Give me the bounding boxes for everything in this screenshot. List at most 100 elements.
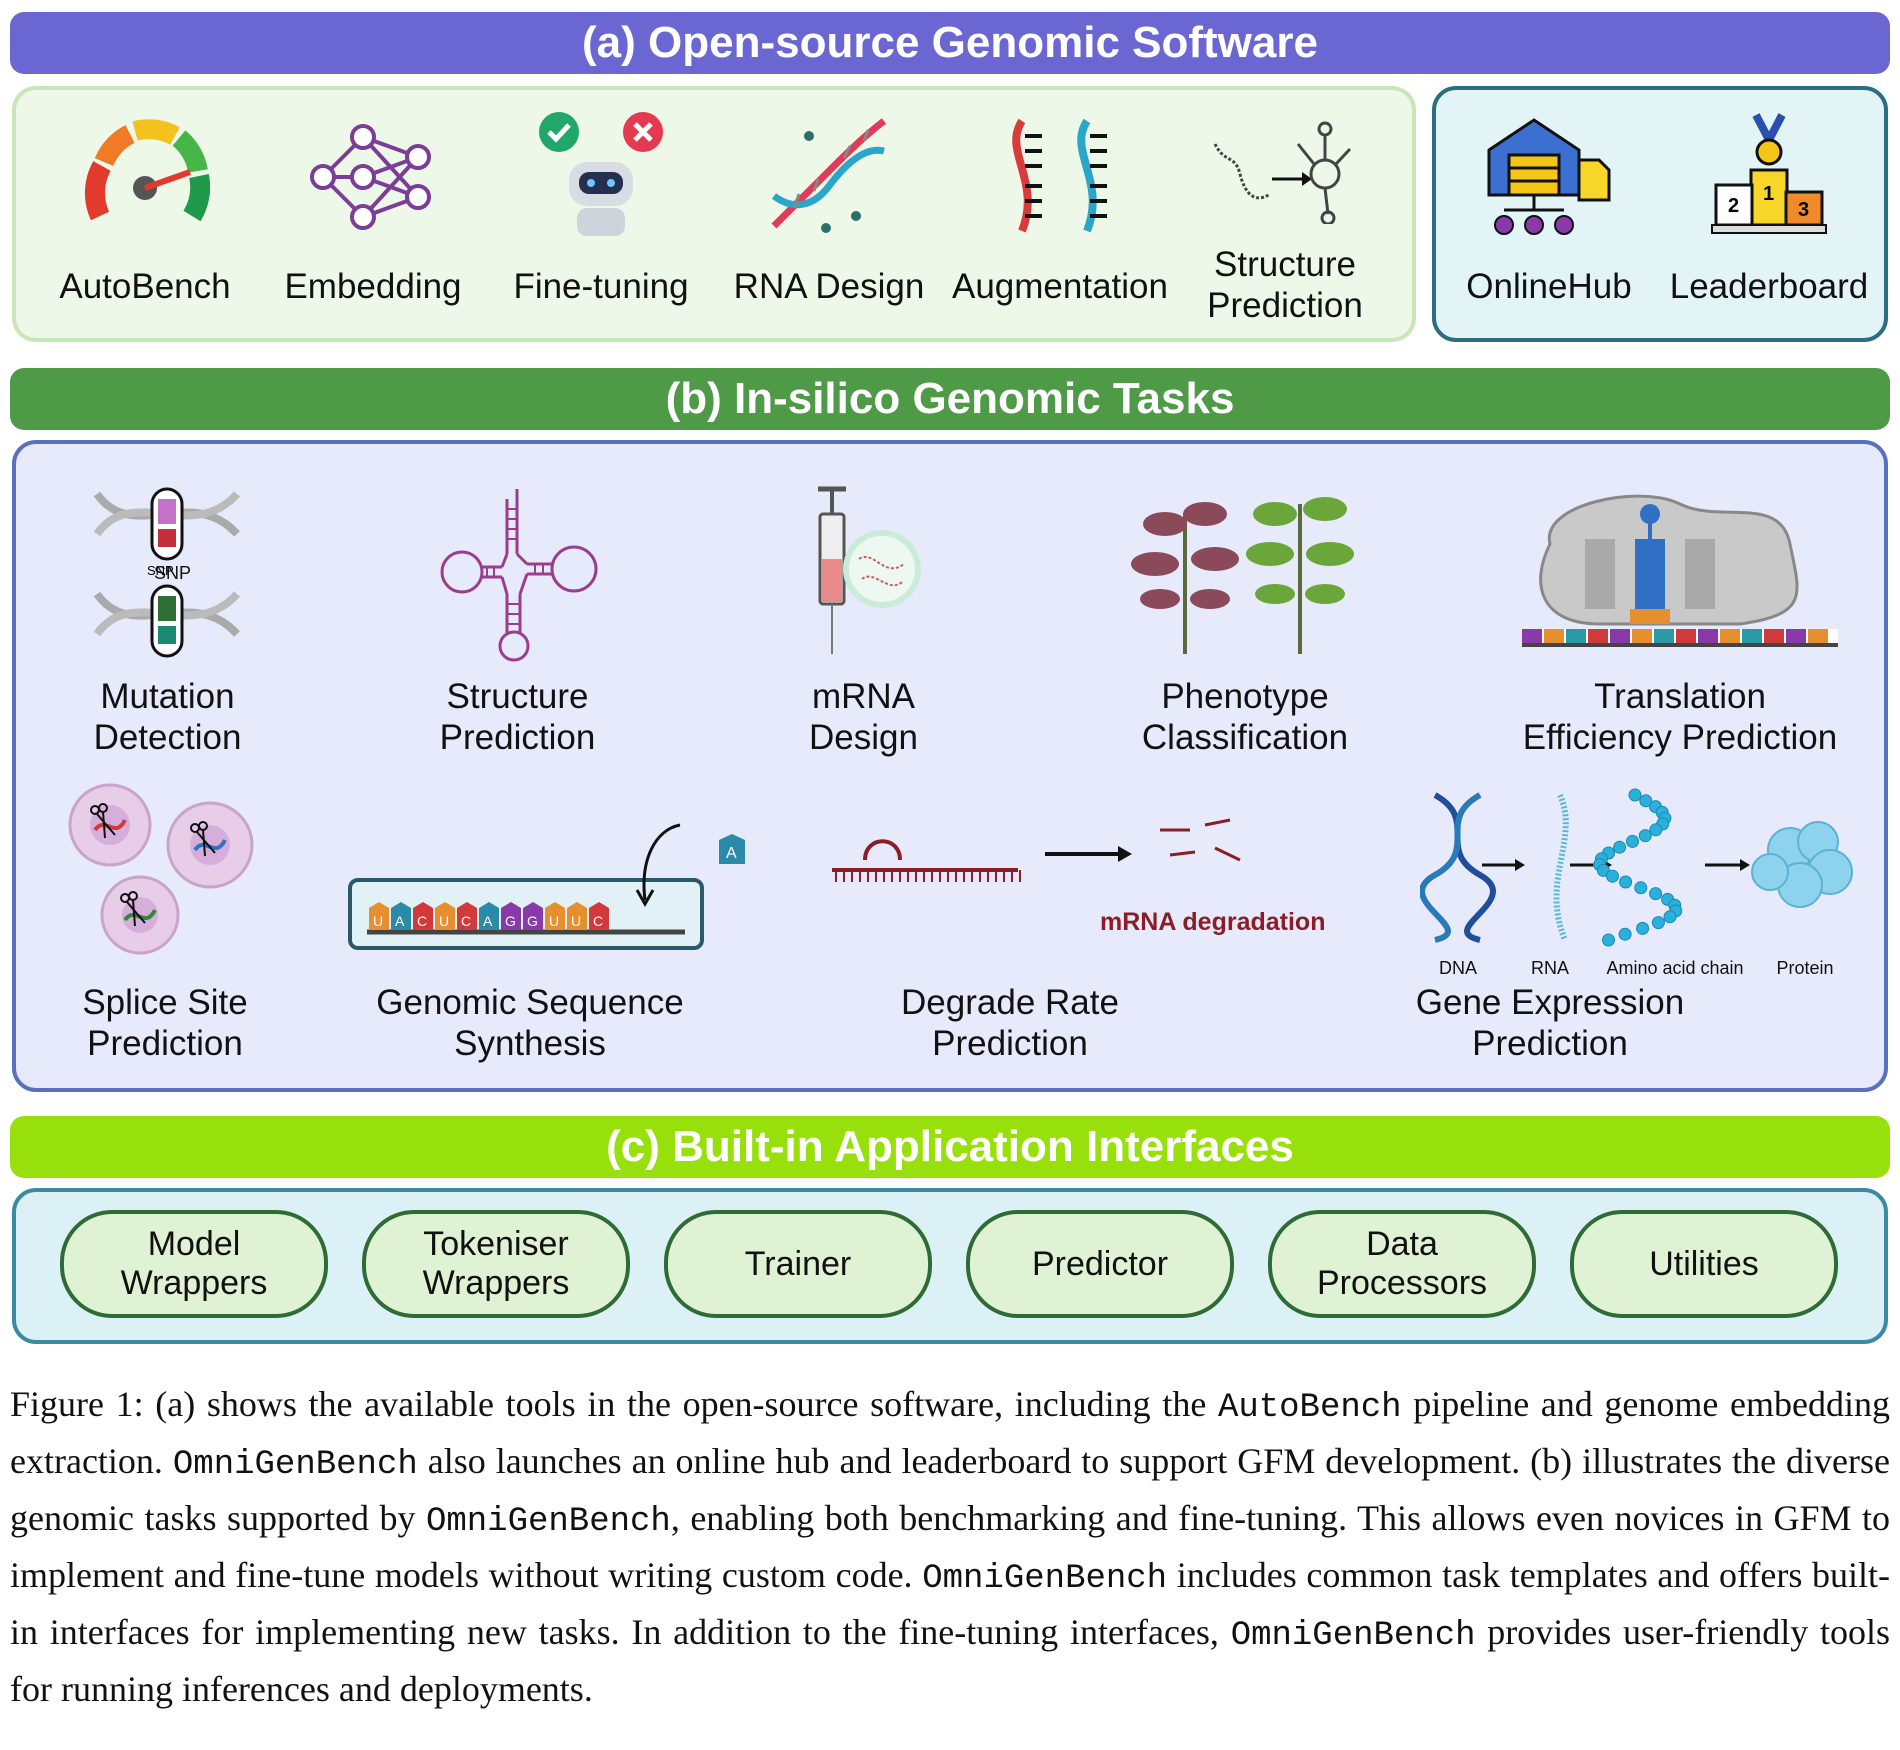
- caption-code: AutoBench: [1217, 1389, 1402, 1427]
- amino-acid-bead: [1649, 887, 1663, 901]
- amino-acid-bead: [1618, 927, 1632, 941]
- caption-code: OmniGenBench: [922, 1560, 1168, 1598]
- dogma-label-protein: Protein: [1776, 958, 1833, 978]
- task-gene-expression-prediction[interactable]: DNA RNA Amino acid chain Protein Gene Ex…: [1416, 780, 1880, 1080]
- task-genomic-sequence-synthesis[interactable]: UACUCAGGUUC A Genomic Sequence Synthesis: [345, 780, 745, 1080]
- interface-utilities[interactable]: Utilities: [1570, 1210, 1838, 1318]
- svg-text:A: A: [726, 845, 737, 862]
- amino-acid-bead: [1602, 933, 1615, 947]
- dogma-label-rna: RNA: [1531, 958, 1569, 978]
- interface-data-processors[interactable]: Data Processors: [1268, 1210, 1536, 1318]
- tool-label: Augmentation: [952, 267, 1168, 306]
- figure-caption: Figure 1: (a) shows the available tools …: [10, 1378, 1890, 1716]
- task-label: Translation Efficiency Prediction: [1522, 677, 1838, 757]
- tool-embedding[interactable]: Embedding: [268, 110, 478, 320]
- task-label: Genomic Sequence Synthesis: [376, 983, 684, 1063]
- task-phenotype-classification[interactable]: Phenotype Classification: [1110, 480, 1380, 760]
- task-structure-prediction[interactable]: Structure Prediction: [390, 480, 645, 760]
- sequence-letter: C: [593, 913, 603, 929]
- task-label: Structure Prediction: [439, 677, 596, 757]
- task-label: Gene Expression Prediction: [1415, 983, 1685, 1063]
- tool-structure-prediction[interactable]: Structure Prediction: [1180, 110, 1390, 325]
- sequence-letter: U: [439, 913, 449, 929]
- caption-code: OmniGenBench: [172, 1446, 418, 1484]
- podium-medal-icon: 2 1 3: [1711, 113, 1827, 234]
- rna-secondary-structure-icon: [440, 489, 598, 662]
- amino-acid-bead: [1613, 840, 1627, 854]
- sequence-letter: C: [417, 913, 427, 929]
- amino-acid-bead: [1638, 829, 1652, 843]
- central-dogma-icon: [1420, 788, 1853, 947]
- amino-acid-bead: [1626, 834, 1639, 848]
- sequence-letter: G: [505, 913, 516, 929]
- svg-text:2: 2: [1728, 195, 1739, 217]
- sequence-synthesis-icon: UACUCAGGUUC: [348, 823, 704, 950]
- amino-acid-bead: [1649, 823, 1663, 837]
- dogma-labels: DNA RNA Amino acid chain Protein: [1439, 958, 1834, 978]
- nucleotide-a-tile: A: [719, 834, 745, 864]
- caption-code: OmniGenBench: [1230, 1617, 1476, 1655]
- section-c-title: (c) Built-in Application Interfaces: [606, 1122, 1294, 1171]
- amino-acid-bead: [1619, 875, 1633, 889]
- interface-trainer[interactable]: Trainer: [664, 1210, 932, 1318]
- task-translation-efficiency-prediction[interactable]: Translation Efficiency Prediction: [1500, 480, 1860, 760]
- interface-predictor[interactable]: Predictor: [966, 1210, 1234, 1318]
- plants-icon: [1131, 497, 1354, 654]
- tool-label: Embedding: [284, 267, 462, 306]
- sequence-letter: G: [527, 913, 538, 929]
- robot-icon: [539, 112, 663, 236]
- svg-text:1: 1: [1763, 183, 1774, 205]
- tool-label: RNA Design: [733, 267, 925, 306]
- amino-acid-bead: [1628, 788, 1642, 802]
- dogma-label-dna: DNA: [1439, 958, 1477, 978]
- sequence-letter: A: [395, 913, 405, 929]
- tool-label: Structure Prediction: [1207, 245, 1363, 325]
- section-a-title: (a) Open-source Genomic Software: [582, 18, 1318, 67]
- task-label: Degrade Rate Prediction: [901, 983, 1119, 1063]
- tool-label: Leaderboard: [1669, 267, 1869, 306]
- task-degrade-rate-prediction[interactable]: mRNA degradation Degrade Rate Prediction: [820, 780, 1360, 1080]
- caption-text: Figure 1: (a) shows the available tools …: [10, 1384, 1218, 1424]
- task-mrna-design[interactable]: mRNA Design: [736, 480, 991, 760]
- svg-text:3: 3: [1798, 199, 1809, 221]
- task-splice-site-prediction[interactable]: Splice Site Prediction: [40, 780, 290, 1080]
- tool-label: AutoBench: [59, 267, 231, 306]
- svg-text:SNP: SNP: [147, 563, 174, 578]
- section-c-banner: (c) Built-in Application Interfaces: [10, 1116, 1890, 1178]
- tool-label: OnlineHub: [1466, 267, 1632, 306]
- section-b-banner: (b) In-silico Genomic Tasks: [10, 368, 1890, 430]
- dna-helix-icon: [771, 118, 887, 233]
- tool-onlinehub[interactable]: OnlineHub: [1444, 110, 1654, 320]
- tool-rna-design[interactable]: RNA Design: [724, 110, 934, 320]
- rna-strands-icon: [1012, 118, 1107, 233]
- cells-scissors-icon: [68, 783, 254, 955]
- task-mutation-detection[interactable]: SNP Mutation Detection: [40, 480, 295, 760]
- speedometer-icon: [84, 119, 210, 222]
- syringe-icon: [818, 486, 921, 654]
- ribosome-icon: [1522, 494, 1838, 647]
- sequence-letter: A: [483, 913, 493, 929]
- tool-autobench[interactable]: AutoBench: [40, 110, 250, 320]
- dogma-label-amino-acid-chain: Amino acid chain: [1606, 958, 1743, 978]
- amino-acid-bead: [1606, 869, 1619, 883]
- task-label: Mutation Detection: [93, 677, 242, 757]
- interface-tokeniser-wrappers[interactable]: Tokeniser Wrappers: [362, 1210, 630, 1318]
- tool-fine-tuning[interactable]: Fine-tuning: [496, 110, 706, 320]
- caption-code: OmniGenBench: [425, 1503, 671, 1541]
- rna-folding-icon: [1213, 121, 1352, 224]
- sequence-letter: C: [461, 913, 471, 929]
- neural-network-icon: [310, 124, 431, 230]
- sequence-letter: U: [373, 913, 383, 929]
- amino-acid-bead: [1636, 921, 1650, 935]
- task-label: mRNA Design: [809, 677, 918, 757]
- amino-acid-bead: [1663, 910, 1677, 924]
- tool-label: Fine-tuning: [513, 267, 689, 306]
- task-label: Phenotype Classification: [1141, 677, 1349, 757]
- amino-acid-bead: [1634, 881, 1648, 895]
- tool-augmentation[interactable]: Augmentation: [952, 110, 1168, 320]
- section-b-title: (b) In-silico Genomic Tasks: [665, 374, 1235, 423]
- snp-label: SNP: [147, 563, 174, 578]
- interface-model-wrappers[interactable]: Model Wrappers: [60, 1210, 328, 1318]
- tool-leaderboard[interactable]: 2 1 3 Leaderboard: [1664, 110, 1874, 320]
- amino-acid-bead: [1651, 916, 1665, 930]
